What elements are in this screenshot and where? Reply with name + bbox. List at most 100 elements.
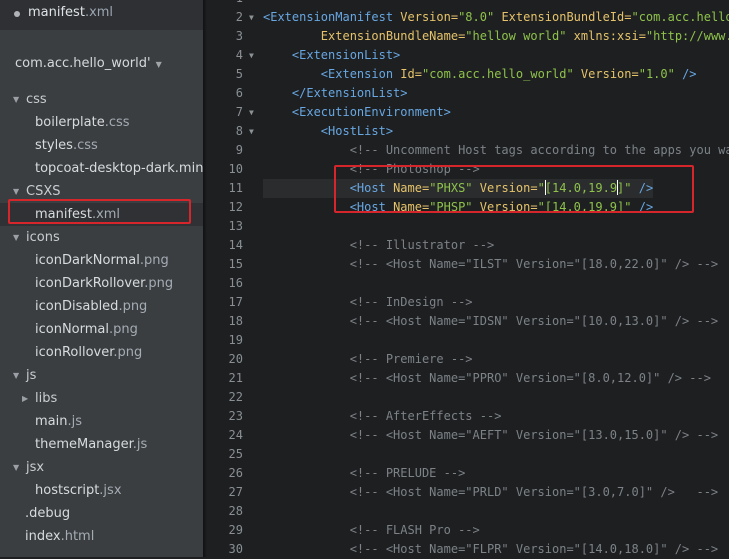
tree-file-boilerplate-css[interactable]: boilerplate.css bbox=[0, 111, 203, 134]
tree-item-name: themeManager bbox=[35, 437, 133, 452]
token-punc bbox=[263, 238, 350, 252]
code-text: <!-- FLASH Pro --> bbox=[263, 521, 480, 540]
code-line-23[interactable]: 23 <!-- AfterEffects --> bbox=[207, 407, 729, 426]
triangle-down-icon[interactable]: ▼ bbox=[13, 456, 22, 479]
tree-file-styles-css[interactable]: styles.css bbox=[0, 134, 203, 157]
code-line-3[interactable]: 3 ExtensionBundleName="hellow world" xml… bbox=[207, 27, 729, 46]
tree-file-hostscript-jsx[interactable]: hostscript.jsx bbox=[0, 479, 203, 502]
fold-arrow-icon[interactable]: ▼ bbox=[249, 122, 254, 141]
code-text: <ExecutionEnvironment> bbox=[263, 103, 451, 122]
token-cmt: <!-- AfterEffects --> bbox=[349, 409, 502, 423]
tree-item-name: iconDarkRollover bbox=[35, 276, 145, 291]
line-number: 21 bbox=[228, 371, 243, 385]
code-line-17[interactable]: 17 <!-- InDesign --> bbox=[207, 293, 729, 312]
tree-folder-css[interactable]: ▼ css bbox=[0, 88, 203, 111]
tree-file-icondarknormal-png[interactable]: iconDarkNormal.png bbox=[0, 249, 203, 272]
code-line-21[interactable]: 21 <!-- <Host Name="PPRO" Version="[8.0,… bbox=[207, 369, 729, 388]
line-number: 9 bbox=[235, 143, 243, 157]
tree-folder-jsx[interactable]: ▼ jsx bbox=[0, 456, 203, 479]
tree-file-iconrollover-png[interactable]: iconRollover.png bbox=[0, 341, 203, 364]
tree-item-name: iconDisabled bbox=[35, 299, 119, 314]
code-line-22[interactable]: 22 bbox=[207, 388, 729, 407]
code-line-5[interactable]: 5 <Extension Id="com.acc.hello_world" Ve… bbox=[207, 65, 729, 84]
token-cmt: <!-- <Host Name="FLPR" Version="[14.0,18… bbox=[349, 542, 719, 556]
code-line-18[interactable]: 18 <!-- <Host Name="IDSN" Version="[10.0… bbox=[207, 312, 729, 331]
tree-file-icondarkrollover-png[interactable]: iconDarkRollover.png bbox=[0, 272, 203, 295]
tree-item-name: iconRollover bbox=[35, 345, 114, 360]
code-line-19[interactable]: 19 bbox=[207, 331, 729, 350]
code-text: <!-- <Host Name="FLPR" Version="[14.0,18… bbox=[263, 540, 718, 559]
token-cmt: <!-- PRELUDE --> bbox=[349, 466, 466, 480]
code-line-26[interactable]: 26 <!-- PRELUDE --> bbox=[207, 464, 729, 483]
code-lines[interactable]: 12▼<ExtensionManifest Version="8.0" Exte… bbox=[207, 0, 729, 559]
code-line-7[interactable]: 7 ▼ <ExecutionEnvironment> bbox=[207, 103, 729, 122]
code-text: <!-- Premiere --> bbox=[263, 350, 473, 369]
token-cmt: <!-- <Host Name="PRLD" Version="[3.0,7.0… bbox=[349, 485, 719, 499]
project-dropdown[interactable]: com.acc.hello_world' ▼ bbox=[0, 46, 203, 76]
code-line-29[interactable]: 29 <!-- FLASH Pro --> bbox=[207, 521, 729, 540]
fold-arrow-icon[interactable]: ▼ bbox=[249, 103, 254, 122]
token-punc bbox=[263, 143, 350, 157]
token-attr: ExtensionBundleName= bbox=[320, 29, 466, 43]
line-number: 16 bbox=[228, 276, 243, 290]
token-punc bbox=[263, 105, 292, 119]
highlight-box-host-lines bbox=[334, 165, 694, 213]
code-text: <HostList> bbox=[263, 122, 393, 141]
tree-file-iconnormal-png[interactable]: iconNormal.png bbox=[0, 318, 203, 341]
fold-arrow-icon[interactable]: ▼ bbox=[249, 8, 254, 27]
working-file-manifest[interactable]: manifest.xml bbox=[28, 5, 113, 20]
tree-folder-icons[interactable]: ▼ icons bbox=[0, 226, 203, 249]
tree-folder-js[interactable]: ▼ js bbox=[0, 364, 203, 387]
tree-item-ext: .css bbox=[104, 115, 130, 130]
code-line-14[interactable]: 14 <!-- Illustrator --> bbox=[207, 236, 729, 255]
triangle-down-icon[interactable]: ▼ bbox=[13, 88, 22, 111]
code-line-13[interactable]: 13 bbox=[207, 217, 729, 236]
code-line-25[interactable]: 25 bbox=[207, 445, 729, 464]
triangle-right-icon[interactable]: ▶ bbox=[22, 387, 31, 410]
code-text: <ExtensionList> bbox=[263, 46, 400, 65]
tree-file-icondisabled-png[interactable]: iconDisabled.png bbox=[0, 295, 203, 318]
code-line-28[interactable]: 28 bbox=[207, 502, 729, 521]
tree-item-name: iconDarkNormal bbox=[35, 253, 140, 268]
code-line-24[interactable]: 24 <!-- <Host Name="AEFT" Version="[13.0… bbox=[207, 426, 729, 445]
token-tag: <ExtensionManifest bbox=[263, 10, 401, 24]
code-line-2[interactable]: 2 ▼ <ExtensionManifest Version="8.0" Exten… bbox=[207, 8, 729, 27]
tree-item-name: iconNormal bbox=[35, 322, 109, 337]
token-punc bbox=[263, 466, 350, 480]
code-line-6[interactable]: 6 </ExtensionList> bbox=[207, 84, 729, 103]
code-line-4[interactable]: 4 ▼ <ExtensionList> bbox=[207, 46, 729, 65]
code-text: <Extension Id="com.acc.hello_world" Vers… bbox=[263, 65, 697, 84]
tree-file-thememanager-js[interactable]: themeManager.js bbox=[0, 433, 203, 456]
code-text: <!-- PRELUDE --> bbox=[263, 464, 466, 483]
triangle-down-icon[interactable]: ▼ bbox=[13, 364, 22, 387]
line-number: 8 bbox=[235, 124, 243, 138]
tree-file-debug[interactable]: .debug bbox=[0, 502, 203, 525]
token-str: "hellow world" bbox=[465, 29, 574, 43]
code-line-30[interactable]: 30 <!-- <Host Name="FLPR" Version="[14.0… bbox=[207, 540, 729, 559]
code-line-15[interactable]: 15 <!-- <Host Name="ILST" Version="[18.0… bbox=[207, 255, 729, 274]
tree-item-name: .debug bbox=[25, 506, 71, 521]
tree-file-topcoat-desktop-dark-min-css[interactable]: topcoat-desktop-dark.min.css bbox=[0, 157, 203, 180]
tree-file-index-html[interactable]: index.html bbox=[0, 525, 203, 548]
working-file-name: manifest bbox=[28, 5, 85, 20]
code-editor[interactable]: 12▼<ExtensionManifest Version="8.0" Exte… bbox=[207, 0, 729, 557]
tree-item-ext: .css bbox=[72, 138, 98, 153]
token-str: "http://www. bbox=[645, 29, 729, 43]
tree-folder-libs[interactable]: ▶ libs bbox=[0, 387, 203, 410]
tree-item-name: hostscript bbox=[35, 483, 100, 498]
tree-file-main-js[interactable]: main.js bbox=[0, 410, 203, 433]
line-number: 4 bbox=[235, 48, 243, 62]
token-cmt: <!-- FLASH Pro --> bbox=[349, 523, 480, 537]
code-line-9[interactable]: 9 <!-- Uncomment Host tags according to … bbox=[207, 141, 729, 160]
token-punc bbox=[263, 67, 321, 81]
code-line-8[interactable]: 8 ▼ <HostList> bbox=[207, 122, 729, 141]
fold-arrow-icon[interactable]: ▼ bbox=[249, 46, 254, 65]
code-line-20[interactable]: 20 <!-- Premiere --> bbox=[207, 350, 729, 369]
tree-item-ext: .js bbox=[132, 437, 148, 452]
code-line-16[interactable]: 16 bbox=[207, 274, 729, 293]
code-line-1[interactable]: 1 bbox=[207, 0, 729, 8]
code-line-27[interactable]: 27 <!-- <Host Name="PRLD" Version="[3.0,… bbox=[207, 483, 729, 502]
triangle-down-icon[interactable]: ▼ bbox=[13, 226, 22, 249]
code-text: <!-- AfterEffects --> bbox=[263, 407, 502, 426]
token-attr: ExtensionBundleId= bbox=[501, 10, 632, 24]
